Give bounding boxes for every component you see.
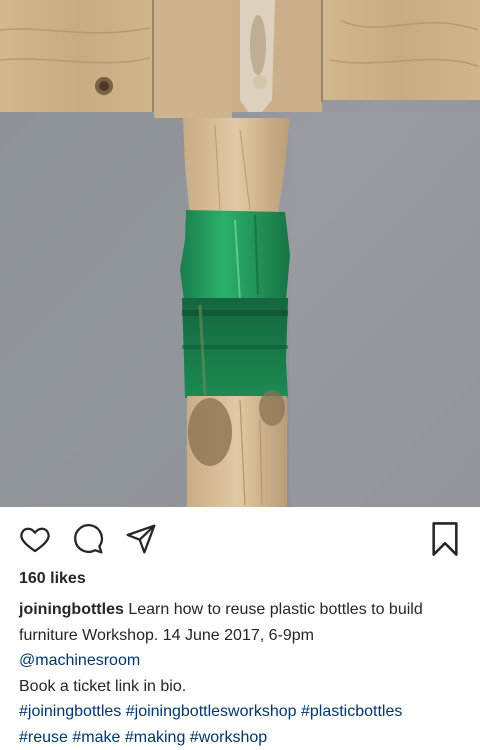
heart-outline-icon <box>18 523 52 555</box>
mention-link[interactable]: @machinesroom <box>19 652 140 669</box>
post-photo[interactable] <box>0 0 480 507</box>
post-photo-image <box>0 0 480 507</box>
caption-line-2: furniture Workshop. 14 June 2017, 6-9pm <box>19 623 469 649</box>
like-button[interactable] <box>17 521 53 557</box>
hashtag-link[interactable]: #joiningbottlesworkshop <box>126 703 297 720</box>
hashtags-line-1: #joiningbottles #joiningbottlesworkshop … <box>19 699 469 725</box>
comment-bubble-icon <box>72 523 104 555</box>
caption-line-4: Book a ticket link in bio. <box>19 674 469 700</box>
action-bar <box>0 507 480 565</box>
hashtag-link[interactable]: #make <box>72 729 120 746</box>
caption-line-1: joiningbottles Learn how to reuse plasti… <box>19 597 469 623</box>
hashtags-line-2: #reuse #make #making #workshop <box>19 725 469 750</box>
caption-username[interactable]: joiningbottles <box>19 601 124 618</box>
hashtag-link[interactable]: #reuse <box>19 729 68 746</box>
caption-line-3: @machinesroom <box>19 648 469 674</box>
hashtag-link[interactable]: #joiningbottles <box>19 703 121 720</box>
bookmark-outline-icon <box>430 522 460 556</box>
hashtag-link[interactable]: #making <box>125 729 185 746</box>
paper-plane-icon <box>125 523 157 555</box>
likes-count[interactable]: 160 likes <box>19 569 86 589</box>
save-button[interactable] <box>427 521 463 557</box>
caption-text-1: Learn how to reuse plastic bottles to bu… <box>128 601 422 618</box>
share-button[interactable] <box>123 521 159 557</box>
comment-button[interactable] <box>70 521 106 557</box>
post-caption: joiningbottles Learn how to reuse plasti… <box>19 597 469 750</box>
hashtag-link[interactable]: #plasticbottles <box>301 703 402 720</box>
hashtag-link[interactable]: #workshop <box>190 729 267 746</box>
